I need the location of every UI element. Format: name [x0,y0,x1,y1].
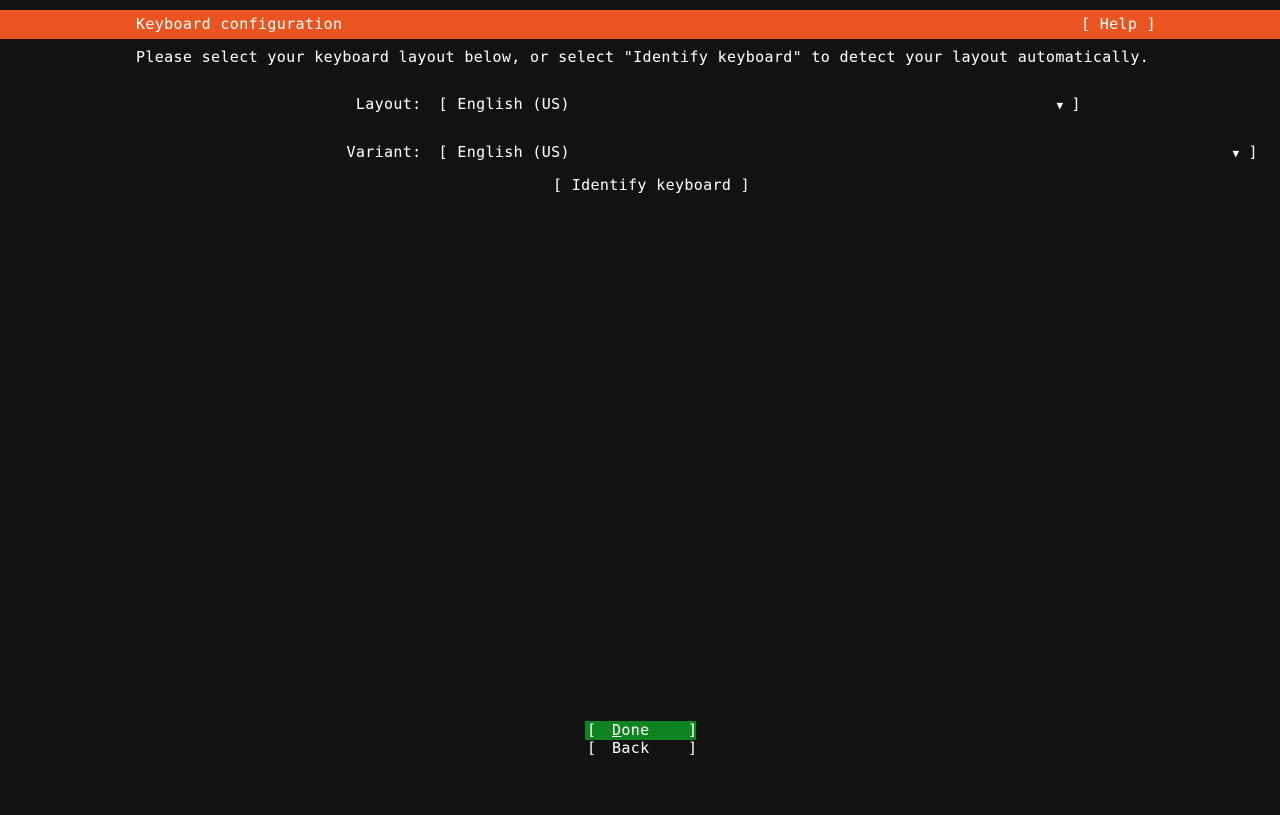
done-label-rest: one [621,721,650,739]
back-button-label: Back [612,741,650,756]
instruction-text: Please select your keyboard layout below… [136,48,1150,66]
identify-keyboard-button[interactable]: [ Identify keyboard ] [553,178,750,193]
header-bar: Keyboard configuration [ Help ] [0,10,1280,39]
done-open-bracket: [ [587,721,597,739]
layout-dropdown[interactable]: [ English (US) ▼] [438,95,1081,113]
back-open-bracket: [ [587,739,597,757]
installer-screen: Keyboard configuration [ Help ] Please s… [0,0,1280,769]
variant-field-row: Variant: [ English (US) ▼] [136,130,1258,175]
layout-value: English (US) [457,95,570,113]
layout-close-bracket: ] [1071,95,1081,113]
back-close-bracket: ] [688,739,698,757]
variant-label: Variant: [346,143,422,161]
layout-open-bracket: [ [438,95,448,113]
back-label-rest: Back [612,739,650,757]
layout-label: Layout: [355,95,422,113]
help-button[interactable]: [ Help ] [1081,17,1156,32]
variant-dropdown-body: [ English (US) ▼] [438,143,1258,161]
done-accel-char: D [612,721,622,739]
variant-dropdown[interactable]: [ English (US) ▼] [438,143,1258,161]
variant-open-bracket: [ [438,143,448,161]
chevron-down-icon[interactable]: ▼ [1233,146,1240,161]
variant-value: English (US) [457,143,570,161]
done-button-label: Done [612,723,650,738]
chevron-down-icon[interactable]: ▼ [1057,98,1064,113]
done-close-bracket: ] [688,721,698,739]
back-button[interactable]: [ Back ] [585,739,698,758]
page-title: Keyboard configuration [136,15,343,33]
done-button[interactable]: [ Done ] [585,721,698,740]
layout-field-row: Layout: [ English (US) ▼] [136,82,1081,127]
layout-dropdown-body: [ English (US) ▼] [438,95,1081,113]
variant-close-bracket: ] [1248,143,1258,161]
